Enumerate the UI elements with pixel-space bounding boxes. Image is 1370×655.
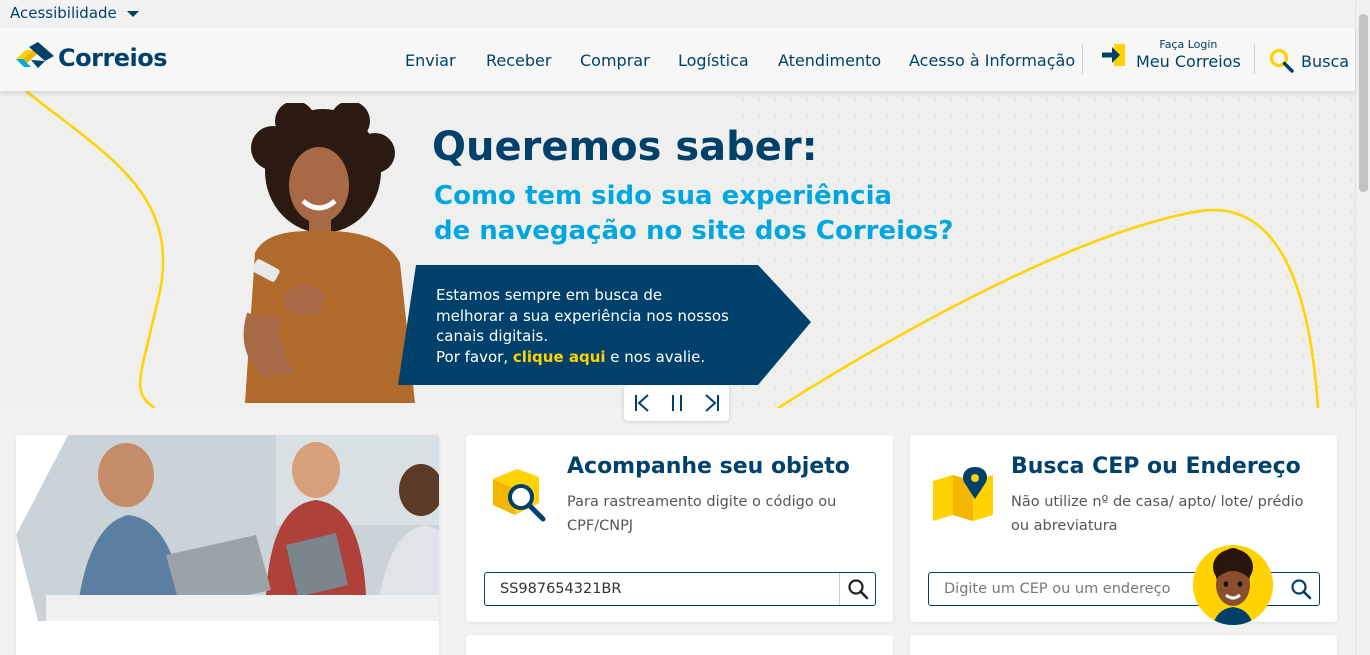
- tracking-card: Acompanhe seu objeto Para rastreamento d…: [466, 435, 893, 622]
- scrollbar-thumb[interactable]: [1359, 14, 1368, 192]
- cep-description: Não utilize nº de casa/ apto/ lote/ préd…: [1011, 494, 1304, 534]
- package-tracking-icon: [493, 469, 546, 522]
- tracking-search-button[interactable]: [839, 573, 875, 605]
- banner-message-line: Por favor, clique aqui e nos avalie.: [436, 347, 786, 368]
- tracking-input[interactable]: [485, 574, 835, 604]
- pause-button[interactable]: [664, 390, 690, 416]
- nav-divider: [1254, 44, 1255, 74]
- meeting-photo-card[interactable]: [16, 435, 439, 655]
- tracking-input-group: [484, 572, 876, 606]
- banner-message: Estamos sempre em busca de melhorar a su…: [436, 285, 786, 367]
- virtual-assistant-avatar[interactable]: [1193, 545, 1273, 625]
- woman-with-phone-image: [243, 103, 415, 403]
- previous-slide-button[interactable]: [629, 390, 655, 416]
- search-icon: [1269, 48, 1294, 73]
- carousel-controls: [624, 385, 729, 421]
- page-scrollbar[interactable]: [1355, 0, 1370, 655]
- banner-subtitle-line: Como tem sido sua experiência: [434, 181, 893, 211]
- banner-message-line: melhorar a sua experiência nos nossos: [436, 306, 729, 325]
- nav-item-acesso-informacao[interactable]: Acesso à Informação: [909, 51, 1075, 70]
- accessibility-menu[interactable]: Acessibilidade: [10, 4, 139, 22]
- login-small-text: Faça Login: [1159, 38, 1218, 51]
- banner-title: Queremos saber:: [432, 124, 818, 170]
- search-icon: [1291, 579, 1312, 600]
- site-header: Correios Enviar Receber Comprar Logístic…: [0, 28, 1355, 91]
- map-pin-icon: [933, 467, 993, 521]
- hero-banner[interactable]: Queremos saber: Como tem sido sua experi…: [0, 91, 1355, 408]
- login-button[interactable]: Faça Login Meu Correios: [1102, 38, 1241, 71]
- skip-forward-icon: [704, 394, 719, 412]
- nav-item-enviar[interactable]: Enviar: [405, 51, 456, 70]
- login-arrow-icon: [1102, 43, 1125, 66]
- search-icon: [847, 579, 868, 600]
- cep-title: Busca CEP ou Endereço: [1011, 454, 1301, 479]
- card-stub: [466, 635, 893, 655]
- assistant-face-icon: [1193, 545, 1273, 625]
- nav-item-atendimento[interactable]: Atendimento: [778, 51, 881, 70]
- next-slide-button[interactable]: [699, 390, 725, 416]
- banner-message-line: Estamos sempre em busca de: [436, 286, 663, 304]
- header-search-label: Busca: [1301, 51, 1350, 71]
- accessibility-label: Acessibilidade: [10, 4, 117, 22]
- skip-back-icon: [634, 394, 649, 412]
- banner-message-text: e nos avalie.: [605, 347, 706, 366]
- banner-message-text: Por favor,: [436, 347, 513, 366]
- nav-item-comprar[interactable]: Comprar: [580, 51, 650, 70]
- chevron-down-icon: [126, 11, 139, 17]
- banner-subtitle: Como tem sido sua experiência de navegaç…: [434, 179, 953, 249]
- survey-link[interactable]: clique aqui: [513, 348, 606, 366]
- tracking-title: Acompanhe seu objeto: [567, 454, 850, 479]
- cep-search-button[interactable]: [1283, 573, 1319, 605]
- banner-message-line: canais digitais.: [436, 327, 549, 345]
- card-stub: [910, 635, 1337, 655]
- accessibility-bar: Acessibilidade: [0, 0, 1355, 28]
- tracking-description: Para rastreamento digite o código ou CPF…: [567, 494, 837, 534]
- nav-item-logistica[interactable]: Logística: [678, 51, 749, 70]
- nav-item-receber[interactable]: Receber: [486, 51, 551, 70]
- nav-divider: [1082, 44, 1083, 74]
- cep-search-card: Busca CEP ou Endereço Não utilize nº de …: [910, 435, 1337, 622]
- header-search-button[interactable]: Busca: [1269, 48, 1349, 74]
- business-meeting-image: [16, 435, 439, 655]
- login-big-text: Meu Correios: [1136, 52, 1241, 71]
- banner-subtitle-line: de navegação no site dos Correios?: [434, 216, 954, 246]
- pause-icon: [671, 395, 682, 411]
